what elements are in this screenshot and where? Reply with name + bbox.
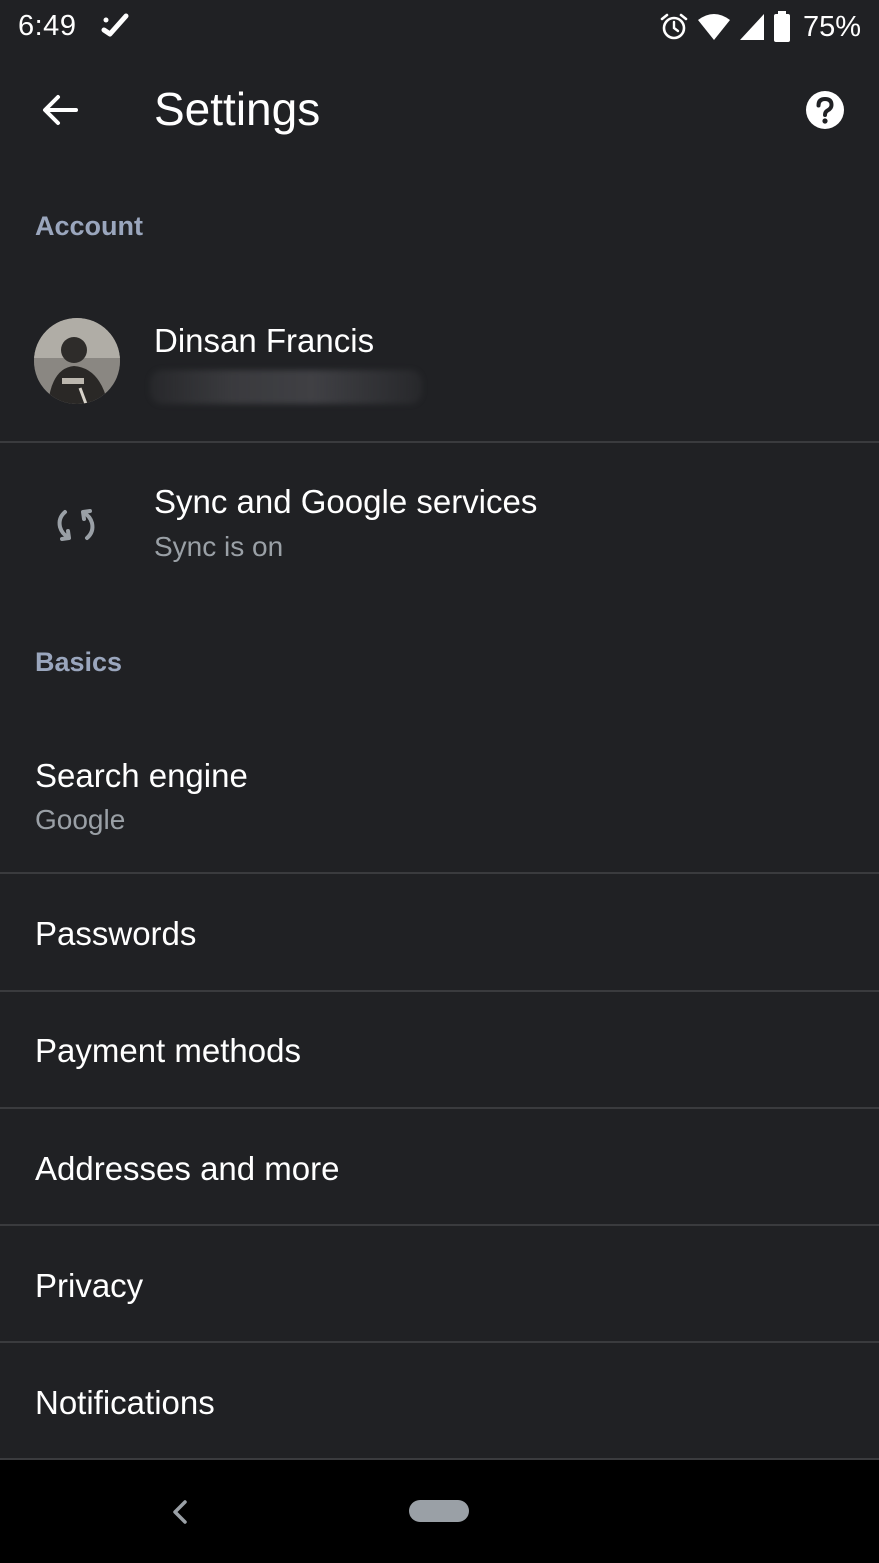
settings-screen: 6:49 75% Settings Account Dinsan Francis… (0, 0, 879, 1563)
item-label: Notifications (35, 1384, 215, 1421)
passwords-item[interactable]: Passwords (0, 874, 879, 990)
nav-back-icon[interactable] (160, 1492, 200, 1532)
status-time: 6:49 (18, 10, 77, 42)
arrow-back-icon (43, 95, 78, 125)
item-subtitle: Google (35, 804, 126, 835)
wifi-icon (697, 14, 730, 40)
status-icons: 75% (659, 8, 861, 46)
back-button[interactable] (24, 74, 96, 146)
addresses-item[interactable]: Addresses and more (0, 1109, 879, 1224)
section-header-account: Account (35, 211, 143, 241)
sync-icon (57, 509, 95, 541)
status-bar: 6:49 75% (0, 0, 879, 56)
system-nav-bar (0, 1460, 879, 1563)
sync-and-google-services[interactable]: Sync and Google services Sync is on (0, 443, 879, 603)
tasks-check-icon (101, 13, 129, 37)
notifications-item[interactable]: Notifications (0, 1343, 879, 1458)
avatar-photo (34, 318, 120, 404)
item-label: Privacy (35, 1267, 144, 1304)
battery-icon (773, 11, 790, 42)
avatar (34, 318, 120, 404)
item-label: Payment methods (35, 1032, 301, 1069)
alarm-icon (660, 13, 688, 40)
page-title: Settings (154, 83, 321, 135)
battery-percent: 75% (802, 10, 861, 43)
home-pill-icon[interactable] (409, 1500, 469, 1522)
cell-signal-icon (739, 14, 764, 40)
payment-methods-item[interactable]: Payment methods (0, 992, 879, 1107)
account-email-redacted (150, 370, 422, 404)
help-button[interactable] (793, 78, 857, 142)
account-name: Dinsan Francis (154, 322, 375, 359)
sync-title: Sync and Google services (154, 483, 538, 520)
item-label: Search engine (35, 757, 248, 794)
app-bar: Settings (0, 56, 879, 168)
help-icon (806, 91, 844, 129)
sync-status: Sync is on (154, 531, 284, 562)
privacy-item[interactable]: Privacy (0, 1226, 879, 1341)
search-engine-item[interactable]: Search engine Google (0, 720, 879, 872)
item-label: Passwords (35, 915, 197, 952)
account-row[interactable]: Dinsan Francis (0, 286, 879, 442)
item-label: Addresses and more (35, 1150, 340, 1187)
section-header-basics: Basics (35, 647, 123, 677)
